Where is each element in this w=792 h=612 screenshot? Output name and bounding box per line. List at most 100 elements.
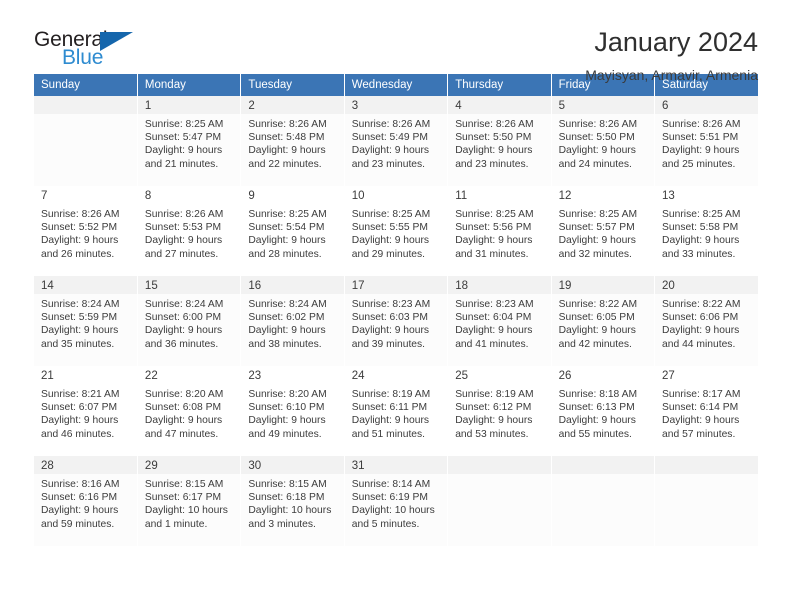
calendar-day-cell[interactable]: 29 Sunrise: 8:15 AM Sunset: 6:17 PM Dayligh… bbox=[137, 456, 242, 546]
calendar-day-cell[interactable]: 2 Sunrise: 8:26 AM Sunset: 5:48 PM Daylight… bbox=[240, 96, 345, 186]
daylight-duration-line2: and 41 minutes. bbox=[455, 338, 529, 350]
sunset-time: Sunset: 6:13 PM bbox=[558, 402, 635, 414]
daylight-duration-line1: Daylight: 9 hours bbox=[144, 325, 223, 337]
sunset-time: Sunset: 5:55 PM bbox=[351, 222, 428, 234]
calendar-day-cell[interactable]: 31 Sunrise: 8:14 AM Sunset: 6:19 PM Dayligh… bbox=[344, 456, 449, 546]
sunrise-time: Sunrise: 8:14 AM bbox=[351, 479, 431, 490]
daylight-duration-line1: Daylight: 9 hours bbox=[351, 235, 430, 247]
calendar-day-cell[interactable]: 9 Sunrise: 8:25 AM Sunset: 5:54 PM Daylight… bbox=[240, 186, 345, 276]
daylight-duration-line2: and 57 minutes. bbox=[662, 428, 736, 440]
calendar-day-cell[interactable]: 23 Sunrise: 8:20 AM Sunset: 6:10 PM Dayligh… bbox=[240, 366, 345, 456]
daylight-duration-line2: and 22 minutes. bbox=[248, 158, 322, 170]
daylight-duration-line1: Daylight: 10 hours bbox=[248, 505, 332, 517]
day-sun-info: Sunrise: 8:22 AM Sunset: 6:05 PM Daylight:… bbox=[552, 294, 654, 351]
calendar-day-cell[interactable]: 18 Sunrise: 8:23 AM Sunset: 6:04 PM Dayligh… bbox=[447, 276, 552, 366]
day-sun-info: Sunrise: 8:16 AM Sunset: 6:16 PM Daylight:… bbox=[34, 474, 137, 531]
day-sun-info: Sunrise: 8:26 AM Sunset: 5:53 PM Daylight:… bbox=[138, 204, 240, 261]
sunset-time: Sunset: 6:11 PM bbox=[351, 402, 428, 414]
daylight-duration-line2: and 55 minutes. bbox=[558, 428, 632, 440]
calendar-day-cell[interactable]: 3 Sunrise: 8:26 AM Sunset: 5:49 PM Daylight… bbox=[344, 96, 449, 186]
day-number: 11 bbox=[448, 186, 551, 204]
calendar-day-cell[interactable]: 13 Sunrise: 8:25 AM Sunset: 5:58 PM Dayligh… bbox=[654, 186, 758, 276]
sunrise-time: Sunrise: 8:25 AM bbox=[455, 209, 534, 220]
calendar-day-cell[interactable]: 7 Sunrise: 8:26 AM Sunset: 5:52 PM Daylight… bbox=[34, 186, 138, 276]
sunset-time: Sunset: 6:04 PM bbox=[455, 312, 532, 324]
calendar-day-cell[interactable]: 21 Sunrise: 8:21 AM Sunset: 6:07 PM Dayligh… bbox=[34, 366, 138, 456]
daylight-duration-line1: Daylight: 10 hours bbox=[351, 505, 435, 517]
day-sun-info: Sunrise: 8:24 AM Sunset: 6:00 PM Daylight:… bbox=[138, 294, 240, 351]
calendar-grid: Sunday Monday Tuesday Wednesday Thursday… bbox=[34, 74, 758, 546]
day-sun-info: Sunrise: 8:23 AM Sunset: 6:04 PM Daylight:… bbox=[448, 294, 550, 351]
calendar-day-cell[interactable]: 10 Sunrise: 8:25 AM Sunset: 5:55 PM Dayligh… bbox=[344, 186, 449, 276]
daylight-duration-line2: and 5 minutes. bbox=[351, 518, 420, 530]
daylight-duration-line1: Daylight: 9 hours bbox=[144, 235, 223, 247]
sunrise-time: Sunrise: 8:24 AM bbox=[248, 299, 327, 310]
day-number: 9 bbox=[241, 186, 344, 204]
sunrise-time: Sunrise: 8:22 AM bbox=[558, 299, 638, 310]
day-number: 29 bbox=[137, 456, 241, 474]
calendar-day-cell[interactable]: 11 Sunrise: 8:25 AM Sunset: 5:56 PM Dayligh… bbox=[447, 186, 552, 276]
sunset-time: Sunset: 6:16 PM bbox=[41, 492, 118, 504]
calendar-day-cell[interactable]: 19 Sunrise: 8:22 AM Sunset: 6:05 PM Dayligh… bbox=[551, 276, 656, 366]
day-sun-info: Sunrise: 8:25 AM Sunset: 5:57 PM Daylight:… bbox=[552, 204, 654, 261]
sunset-time: Sunset: 6:12 PM bbox=[455, 402, 532, 414]
title-block: January 2024 Mayisyan, Armavir, Armenia bbox=[154, 26, 758, 85]
day-number bbox=[448, 456, 551, 474]
calendar-day-cell[interactable]: 1 Sunrise: 8:25 AM Sunset: 5:47 PM Daylight… bbox=[137, 96, 242, 186]
calendar-day-cell[interactable]: 12 Sunrise: 8:25 AM Sunset: 5:57 PM Dayligh… bbox=[551, 186, 656, 276]
daylight-duration-line1: Daylight: 9 hours bbox=[558, 415, 636, 427]
daylight-duration-line1: Daylight: 9 hours bbox=[662, 415, 740, 427]
daylight-duration-line2: and 21 minutes. bbox=[144, 158, 219, 170]
sunrise-time: Sunrise: 8:25 AM bbox=[662, 209, 741, 220]
daylight-duration-line2: and 38 minutes. bbox=[248, 338, 322, 350]
daylight-duration-line2: and 49 minutes. bbox=[248, 428, 322, 440]
calendar-day-cell[interactable]: 20 Sunrise: 8:22 AM Sunset: 6:06 PM Dayligh… bbox=[654, 276, 758, 366]
day-number: 30 bbox=[241, 456, 344, 474]
day-number: 19 bbox=[551, 276, 655, 294]
calendar-day-cell[interactable]: 5 Sunrise: 8:26 AM Sunset: 5:50 PM Daylight… bbox=[551, 96, 656, 186]
calendar-day-cell[interactable]: 22 Sunrise: 8:20 AM Sunset: 6:08 PM Dayligh… bbox=[137, 366, 242, 456]
day-number: 21 bbox=[34, 366, 137, 384]
daylight-duration-line2: and 39 minutes. bbox=[351, 338, 426, 350]
day-number bbox=[655, 456, 758, 474]
daylight-duration-line1: Daylight: 10 hours bbox=[144, 505, 228, 517]
calendar-day-cell[interactable]: 8 Sunrise: 8:26 AM Sunset: 5:53 PM Daylight… bbox=[137, 186, 242, 276]
sunrise-time: Sunrise: 8:26 AM bbox=[41, 209, 120, 220]
calendar-day-cell[interactable]: 28 Sunrise: 8:16 AM Sunset: 6:16 PM Dayligh… bbox=[34, 456, 138, 546]
day-sun-info: Sunrise: 8:19 AM Sunset: 6:12 PM Daylight:… bbox=[448, 384, 550, 441]
daylight-duration-line1: Daylight: 9 hours bbox=[248, 235, 326, 247]
daylight-duration-line1: Daylight: 9 hours bbox=[558, 145, 636, 157]
sunrise-time: Sunrise: 8:25 AM bbox=[248, 209, 327, 220]
calendar-day-cell[interactable]: 17 Sunrise: 8:23 AM Sunset: 6:03 PM Dayligh… bbox=[344, 276, 449, 366]
calendar-day-cell[interactable]: 26 Sunrise: 8:18 AM Sunset: 6:13 PM Dayligh… bbox=[551, 366, 656, 456]
daylight-duration-line2: and 36 minutes. bbox=[144, 338, 219, 350]
day-number: 6 bbox=[655, 96, 758, 114]
sunrise-time: Sunrise: 8:22 AM bbox=[662, 299, 741, 310]
sunset-time: Sunset: 6:18 PM bbox=[248, 492, 325, 504]
sunrise-time: Sunrise: 8:19 AM bbox=[351, 389, 431, 400]
day-sun-info: Sunrise: 8:26 AM Sunset: 5:49 PM Daylight:… bbox=[345, 114, 447, 171]
day-sun-info: Sunrise: 8:25 AM Sunset: 5:56 PM Daylight:… bbox=[448, 204, 550, 261]
daylight-duration-line1: Daylight: 9 hours bbox=[41, 415, 119, 427]
sunset-time: Sunset: 5:47 PM bbox=[144, 132, 222, 144]
daylight-duration-line2: and 42 minutes. bbox=[558, 338, 632, 350]
sunset-time: Sunset: 6:17 PM bbox=[144, 492, 222, 504]
day-number: 22 bbox=[137, 366, 241, 384]
sunrise-time: Sunrise: 8:24 AM bbox=[41, 299, 120, 310]
calendar-day-cell[interactable]: 24 Sunrise: 8:19 AM Sunset: 6:11 PM Dayligh… bbox=[344, 366, 449, 456]
calendar-day-cell[interactable]: 30 Sunrise: 8:15 AM Sunset: 6:18 PM Dayligh… bbox=[240, 456, 345, 546]
day-sun-info: Sunrise: 8:25 AM Sunset: 5:58 PM Daylight:… bbox=[655, 204, 758, 261]
calendar-day-cell[interactable]: 4 Sunrise: 8:26 AM Sunset: 5:50 PM Daylight… bbox=[447, 96, 552, 186]
general-blue-logo[interactable]: General Blue bbox=[34, 26, 154, 74]
calendar-day-cell[interactable]: 27 Sunrise: 8:17 AM Sunset: 6:14 PM Dayligh… bbox=[654, 366, 758, 456]
calendar-day-cell[interactable]: 6 Sunrise: 8:26 AM Sunset: 5:51 PM Daylight… bbox=[654, 96, 758, 186]
calendar-day-cell[interactable]: 16 Sunrise: 8:24 AM Sunset: 6:02 PM Dayligh… bbox=[240, 276, 345, 366]
calendar-day-cell[interactable]: 14 Sunrise: 8:24 AM Sunset: 5:59 PM Dayligh… bbox=[34, 276, 138, 366]
sunset-time: Sunset: 5:56 PM bbox=[455, 222, 532, 234]
day-number: 15 bbox=[137, 276, 241, 294]
calendar-day-cell[interactable]: 15 Sunrise: 8:24 AM Sunset: 6:00 PM Dayligh… bbox=[137, 276, 242, 366]
daylight-duration-line1: Daylight: 9 hours bbox=[351, 325, 430, 337]
page-title: January 2024 bbox=[594, 27, 758, 57]
daylight-duration-line1: Daylight: 9 hours bbox=[558, 235, 636, 247]
calendar-day-cell[interactable]: 25 Sunrise: 8:19 AM Sunset: 6:12 PM Dayligh… bbox=[447, 366, 552, 456]
